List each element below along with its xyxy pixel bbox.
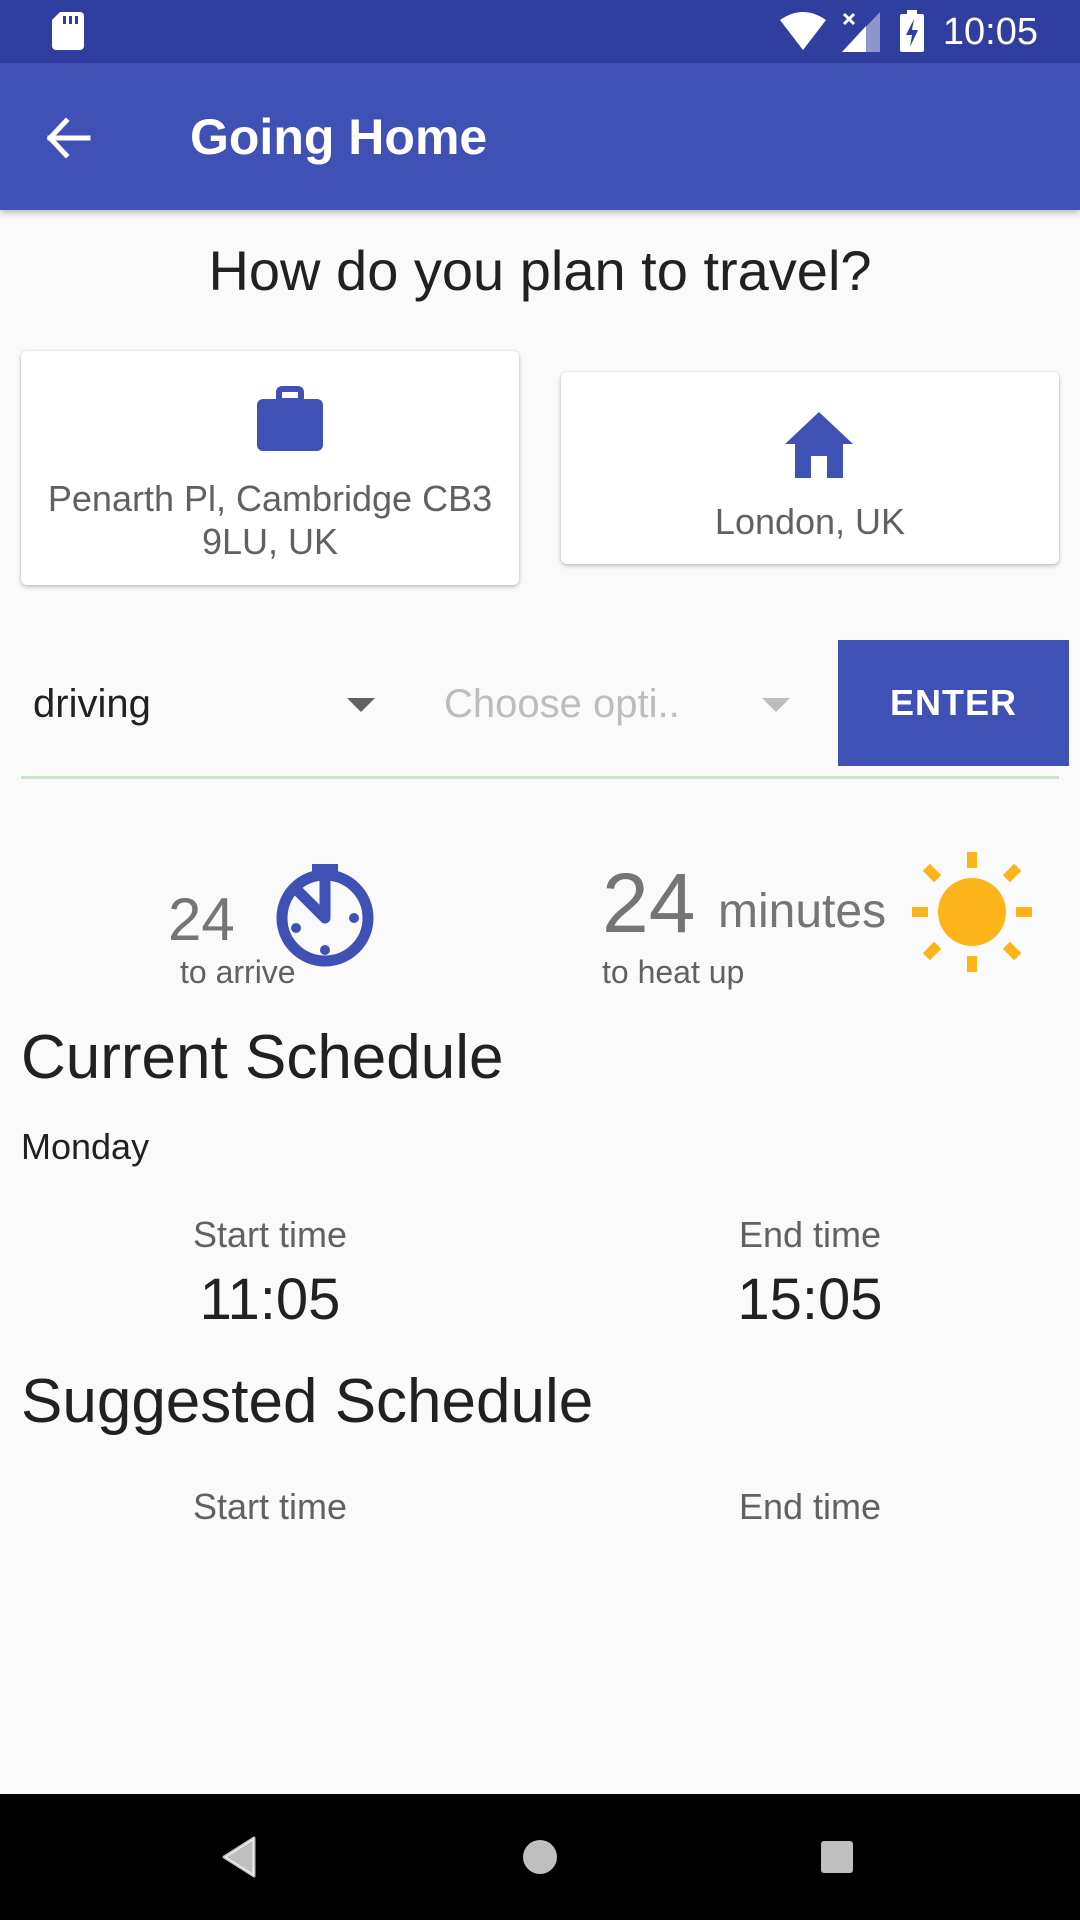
- sd-card-icon: [52, 12, 84, 50]
- option-dropdown[interactable]: Choose opti..: [430, 660, 810, 750]
- sun-icon: [912, 852, 1032, 972]
- origin-label: Penarth Pl, Cambridge CB3 9LU, UK: [47, 478, 493, 562]
- suggested-schedule-title: Suggested Schedule: [21, 1367, 594, 1436]
- current-schedule-title: Current Schedule: [21, 1023, 504, 1092]
- signal-icon: [842, 12, 880, 52]
- nav-home-icon[interactable]: [507, 1824, 573, 1890]
- travel-mode-dropdown[interactable]: driving: [21, 660, 381, 750]
- divider: [21, 776, 1059, 779]
- heat-value: 24: [602, 856, 696, 950]
- travel-question: How do you plan to travel?: [208, 239, 872, 302]
- arrow-back-icon: [46, 117, 91, 159]
- navigation-bar: [0, 1794, 1080, 1920]
- page-title: Going Home: [190, 109, 488, 165]
- destination-card[interactable]: London, UK: [561, 372, 1059, 564]
- battery-charging-icon: [900, 10, 924, 52]
- status-time: 10:05: [942, 11, 1038, 53]
- nav-back-icon[interactable]: [208, 1824, 274, 1890]
- current-end-label: End time: [738, 1214, 882, 1255]
- schedule-day: Monday: [21, 1126, 150, 1167]
- suggested-end-label: End time: [738, 1486, 882, 1527]
- wifi-icon: [780, 12, 826, 50]
- timer-icon: [276, 864, 374, 967]
- option-placeholder: Choose opti..: [444, 682, 680, 726]
- suggested-start-label: Start time: [192, 1486, 348, 1527]
- destination-label: London, UK: [714, 501, 906, 542]
- app-bar: Going Home: [0, 63, 1080, 210]
- status-bar: 10:05: [0, 0, 1080, 63]
- enter-button[interactable]: ENTER: [838, 640, 1069, 766]
- current-start-label: Start time: [192, 1214, 348, 1255]
- nav-recents-icon[interactable]: [804, 1824, 870, 1890]
- briefcase-icon: [257, 386, 323, 451]
- arrive-value: 24: [168, 886, 235, 953]
- dropdown-arrow-icon: [762, 698, 790, 712]
- origin-card[interactable]: Penarth Pl, Cambridge CB3 9LU, UK: [21, 351, 519, 585]
- heat-caption: to heat up: [602, 954, 745, 990]
- current-start-time: 11:05: [199, 1267, 341, 1332]
- dropdown-arrow-icon: [347, 698, 375, 712]
- home-icon: [785, 412, 853, 478]
- heat-unit: minutes: [718, 885, 887, 938]
- current-end-time: 15:05: [737, 1267, 883, 1332]
- back-button[interactable]: [30, 103, 110, 173]
- travel-mode-value: driving: [33, 682, 151, 726]
